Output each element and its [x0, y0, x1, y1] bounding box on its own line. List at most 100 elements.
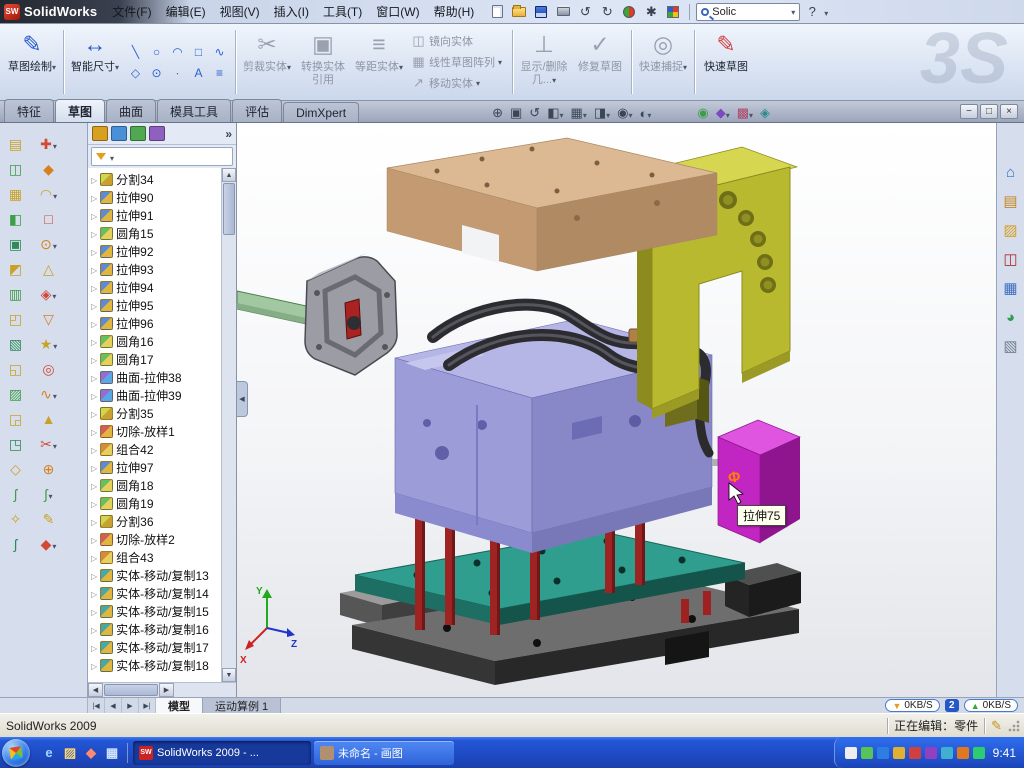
rebuild-button[interactable]: [619, 2, 639, 21]
section-view-button[interactable]: ◧: [544, 104, 566, 122]
doc-tab-运动算例 1[interactable]: 运动算例 1: [203, 698, 281, 713]
left-tool-button-13[interactable]: ◇: [2, 458, 29, 480]
tree-item[interactable]: 圆角15: [88, 224, 221, 242]
configurationmanager-tab-icon[interactable]: [130, 126, 146, 141]
left-tool-button-14[interactable]: ʃ: [2, 483, 29, 505]
ribbon-button-转换实体引用[interactable]: ▣转换实体引用: [295, 27, 351, 97]
redo-button[interactable]: [597, 2, 617, 21]
left-tool2-button-16[interactable]: ◆: [35, 533, 62, 555]
expand-arrow-icon[interactable]: [91, 532, 97, 546]
left-tool-button-8[interactable]: ▧: [2, 333, 29, 355]
centerline-button[interactable]: ≡: [210, 63, 229, 82]
expand-arrow-icon[interactable]: [91, 514, 97, 528]
expand-arrow-icon[interactable]: [91, 604, 97, 618]
expand-arrow-icon[interactable]: [91, 388, 97, 402]
tree-item[interactable]: 拉伸95: [88, 296, 221, 314]
left-tool-button-16[interactable]: ʃ: [2, 533, 29, 555]
tray-icon-3[interactable]: [893, 747, 905, 759]
tab-DimXpert[interactable]: DimXpert: [283, 102, 359, 122]
left-tool2-button-9[interactable]: ◎: [35, 358, 62, 380]
tree-item[interactable]: 实体-移动/复制13: [88, 566, 221, 584]
panel-collapse-button[interactable]: [237, 381, 248, 417]
tray-icon-7[interactable]: [957, 747, 969, 759]
scrollbar-thumb[interactable]: [223, 183, 235, 235]
left-tool-button-2[interactable]: ▦: [2, 183, 29, 205]
model-view[interactable]: Φ: [237, 123, 996, 697]
menu-编辑[interactable]: 编辑(E): [159, 0, 213, 23]
expand-arrow-icon[interactable]: [91, 442, 97, 456]
expand-arrow-icon[interactable]: [91, 370, 97, 384]
expand-arrow-icon[interactable]: [91, 316, 97, 330]
arc-button[interactable]: ◠: [168, 42, 187, 61]
show-desktop-button[interactable]: ▦: [103, 743, 121, 763]
view-orientation-button[interactable]: ▦: [568, 104, 590, 122]
expand-arrow-icon[interactable]: [91, 460, 97, 474]
design-library-button[interactable]: ▤: [1000, 190, 1022, 212]
left-tool2-button-8[interactable]: ★: [35, 333, 62, 355]
left-tool-button-12[interactable]: ◳: [2, 433, 29, 455]
ribbon-button-显示/删除几...[interactable]: ⊥显示/删除几...: [516, 27, 572, 97]
open-button[interactable]: [509, 2, 529, 21]
left-tool-button-3[interactable]: ◧: [2, 208, 29, 230]
file-explorer-button[interactable]: ▨: [1000, 219, 1022, 241]
tray-icon-1[interactable]: [861, 747, 873, 759]
appearances-button[interactable]: ◕: [1000, 306, 1022, 328]
edit-appearance-button[interactable]: ◉: [694, 104, 711, 122]
expand-arrow-icon[interactable]: [91, 334, 97, 348]
apply-scene-button[interactable]: ◆: [713, 104, 733, 122]
left-tool-button-1[interactable]: ◫: [2, 158, 29, 180]
appearances-button[interactable]: ◐: [637, 105, 655, 122]
expand-arrow-icon[interactable]: [91, 226, 97, 240]
tree-item[interactable]: 圆角19: [88, 494, 221, 512]
left-tool-button-11[interactable]: ◲: [2, 408, 29, 430]
dimxpertmanager-tab-icon[interactable]: [149, 126, 165, 141]
expand-arrow-icon[interactable]: [91, 208, 97, 222]
taskbar-task[interactable]: 未命名 - 画图: [314, 741, 454, 765]
tree-item[interactable]: 圆角18: [88, 476, 221, 494]
tray-icon-0[interactable]: [845, 747, 857, 759]
color-swatch-button[interactable]: [663, 2, 683, 21]
tree-item[interactable]: 分割34: [88, 170, 221, 188]
view-settings-button[interactable]: ▩: [734, 104, 756, 122]
print-button[interactable]: [553, 2, 573, 21]
tab-草图[interactable]: 草图: [55, 99, 105, 122]
minimize-button[interactable]: −: [960, 104, 978, 119]
expand-arrow-icon[interactable]: [91, 640, 97, 654]
expand-arrow-icon[interactable]: [91, 352, 97, 366]
close-button[interactable]: ×: [1000, 104, 1018, 119]
circle-button[interactable]: ○: [147, 42, 166, 61]
scroll-right-icon[interactable]: ▶: [159, 683, 174, 697]
tray-icon-6[interactable]: [941, 747, 953, 759]
tab-曲面[interactable]: 曲面: [106, 99, 156, 122]
options-button[interactable]: [641, 2, 661, 21]
undo-button[interactable]: [575, 2, 595, 21]
menu-帮助[interactable]: 帮助(H): [427, 0, 482, 23]
taskbar-task[interactable]: SWSolidWorks 2009 - ...: [133, 741, 311, 765]
folder-button[interactable]: ▨: [61, 743, 79, 763]
doc-nav-button-1[interactable]: ◀: [105, 698, 122, 713]
tree-vertical-scrollbar[interactable]: ▲ ▼: [221, 168, 236, 682]
left-tool2-button-2[interactable]: ◠: [35, 183, 62, 205]
doc-tab-模型[interactable]: 模型: [156, 698, 203, 713]
tree-item[interactable]: 拉伸93: [88, 260, 221, 278]
taskbar-clock[interactable]: 9:41: [989, 746, 1016, 760]
ribbon-button-等距实体[interactable]: ≡等距实体: [351, 27, 407, 97]
left-tool-button-7[interactable]: ◰: [2, 308, 29, 330]
left-tool2-button-4[interactable]: ⊙: [35, 233, 62, 255]
tree-item[interactable]: 切除-放样1: [88, 422, 221, 440]
tab-评估[interactable]: 评估: [232, 99, 282, 122]
featuremanager-tab-icon[interactable]: [92, 126, 108, 141]
tree-item[interactable]: 实体-移动/复制14: [88, 584, 221, 602]
tree-item[interactable]: 拉伸92: [88, 242, 221, 260]
ribbon-button-移动实体[interactable]: ↗移动实体: [409, 74, 507, 92]
left-tool2-button-12[interactable]: ✂: [35, 433, 62, 455]
left-tool-button-10[interactable]: ▨: [2, 383, 29, 405]
left-tool2-button-6[interactable]: ◈: [35, 283, 62, 305]
expand-arrow-icon[interactable]: [91, 262, 97, 276]
resize-grip[interactable]: [1008, 720, 1020, 732]
zoom-fit-button[interactable]: ⊕: [489, 104, 506, 122]
menu-窗口[interactable]: 窗口(W): [369, 0, 426, 23]
expand-arrow-icon[interactable]: [91, 478, 97, 492]
left-tool2-button-7[interactable]: ▽: [35, 308, 62, 330]
tray-icon-4[interactable]: [909, 747, 921, 759]
